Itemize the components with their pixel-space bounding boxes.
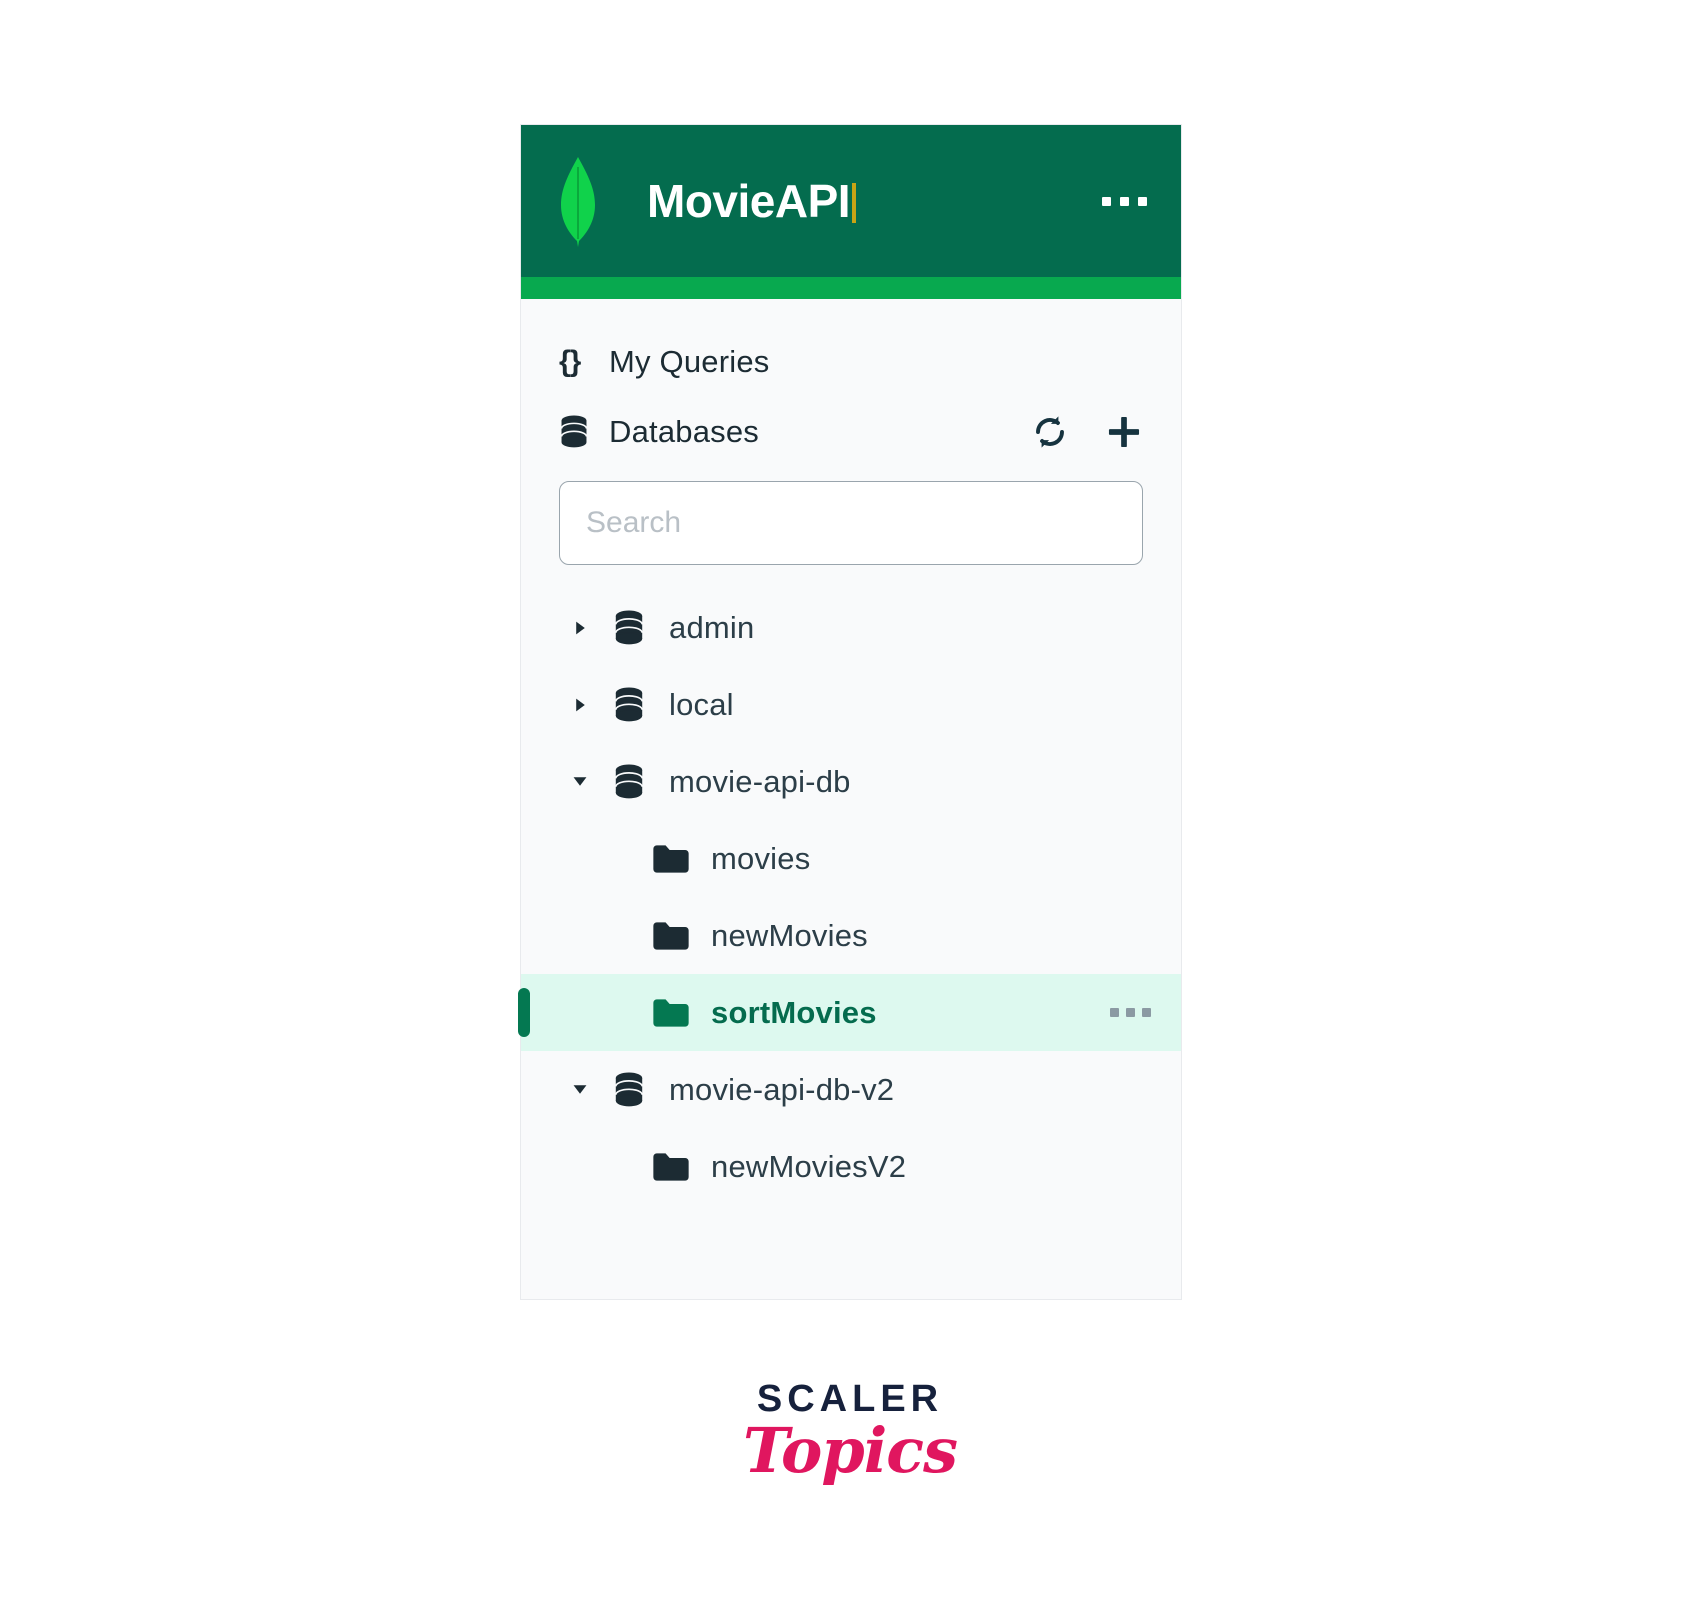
chevron-down-icon[interactable]: [565, 774, 595, 789]
watermark-scaler-text: SCALER: [756, 1378, 944, 1420]
dot: [1120, 196, 1129, 206]
mongodb-compass-sidebar: MovieAPI {} My Queries Databases Search …: [518, 124, 1182, 1300]
mongodb-leaf-icon: [555, 155, 601, 247]
tree-row-label: sortMovies: [711, 994, 877, 1030]
folder-icon: [649, 1152, 693, 1182]
database-icon: [559, 415, 597, 449]
text-cursor: [852, 183, 857, 223]
active-indicator-bar: [518, 988, 530, 1037]
database-icon: [607, 686, 651, 723]
search-container: [521, 467, 1181, 565]
tree-row-label: local: [669, 686, 734, 722]
chevron-right-icon[interactable]: [565, 696, 595, 714]
folder-icon: [649, 921, 693, 951]
tree-row-label: newMovies: [711, 917, 868, 953]
dot: [1138, 196, 1147, 206]
panel-header: MovieAPI: [521, 125, 1181, 277]
tree-row-label: admin: [669, 609, 755, 645]
scaler-topics-watermark: SCALER Topics: [0, 1380, 1700, 1482]
tree-row-movie-api-db[interactable]: movie-api-db: [521, 743, 1181, 820]
folder-icon: [649, 844, 693, 874]
database-icon: [607, 609, 651, 646]
sidebar-item-my-queries[interactable]: {} My Queries: [521, 327, 1181, 397]
panel-body: {} My Queries Databases Search admin loc…: [518, 299, 1181, 1205]
tree-row-local[interactable]: local: [521, 666, 1181, 743]
dot: [1126, 1008, 1135, 1017]
row-ellipsis-icon[interactable]: [1106, 998, 1155, 1027]
tree-row-label: movies: [711, 840, 811, 876]
tree-row-admin[interactable]: admin: [521, 589, 1181, 666]
search-input[interactable]: [559, 481, 1143, 565]
tree-row-movie-api-db-v2[interactable]: movie-api-db-v2: [521, 1051, 1181, 1128]
chevron-right-icon[interactable]: [565, 619, 595, 637]
sidebar-item-databases[interactable]: Databases: [521, 397, 1181, 467]
dot: [1142, 1008, 1151, 1017]
tree-row-label: movie-api-db-v2: [669, 1071, 895, 1107]
tree-row-sortmovies[interactable]: sortMovies: [518, 974, 1181, 1051]
tree-row-newmoviesv2[interactable]: newMoviesV2: [521, 1128, 1181, 1205]
database-tree: admin local movie-api-db movies newMovie…: [518, 589, 1181, 1205]
tree-row-label: newMoviesV2: [711, 1148, 907, 1184]
database-icon: [607, 1071, 651, 1108]
chevron-down-icon[interactable]: [565, 1082, 595, 1097]
folder-icon: [649, 998, 693, 1028]
refresh-icon[interactable]: [1031, 413, 1069, 451]
braces-icon: {}: [559, 345, 581, 378]
header-ellipsis-icon[interactable]: [1096, 185, 1153, 218]
sidebar-item-label: My Queries: [609, 344, 770, 379]
tree-row-newmovies[interactable]: newMovies: [521, 897, 1181, 974]
plus-icon[interactable]: [1105, 413, 1143, 451]
app-title: MovieAPI: [647, 178, 857, 224]
accent-strip: [521, 277, 1181, 299]
tree-row-label: movie-api-db: [669, 763, 851, 799]
watermark-topics-text: Topics: [743, 1414, 958, 1487]
tree-row-movies[interactable]: movies: [521, 820, 1181, 897]
database-icon: [607, 763, 651, 800]
dot: [1110, 1008, 1119, 1017]
databases-actions: [1031, 413, 1143, 451]
sidebar-item-label: Databases: [609, 414, 760, 449]
dot: [1102, 196, 1111, 206]
